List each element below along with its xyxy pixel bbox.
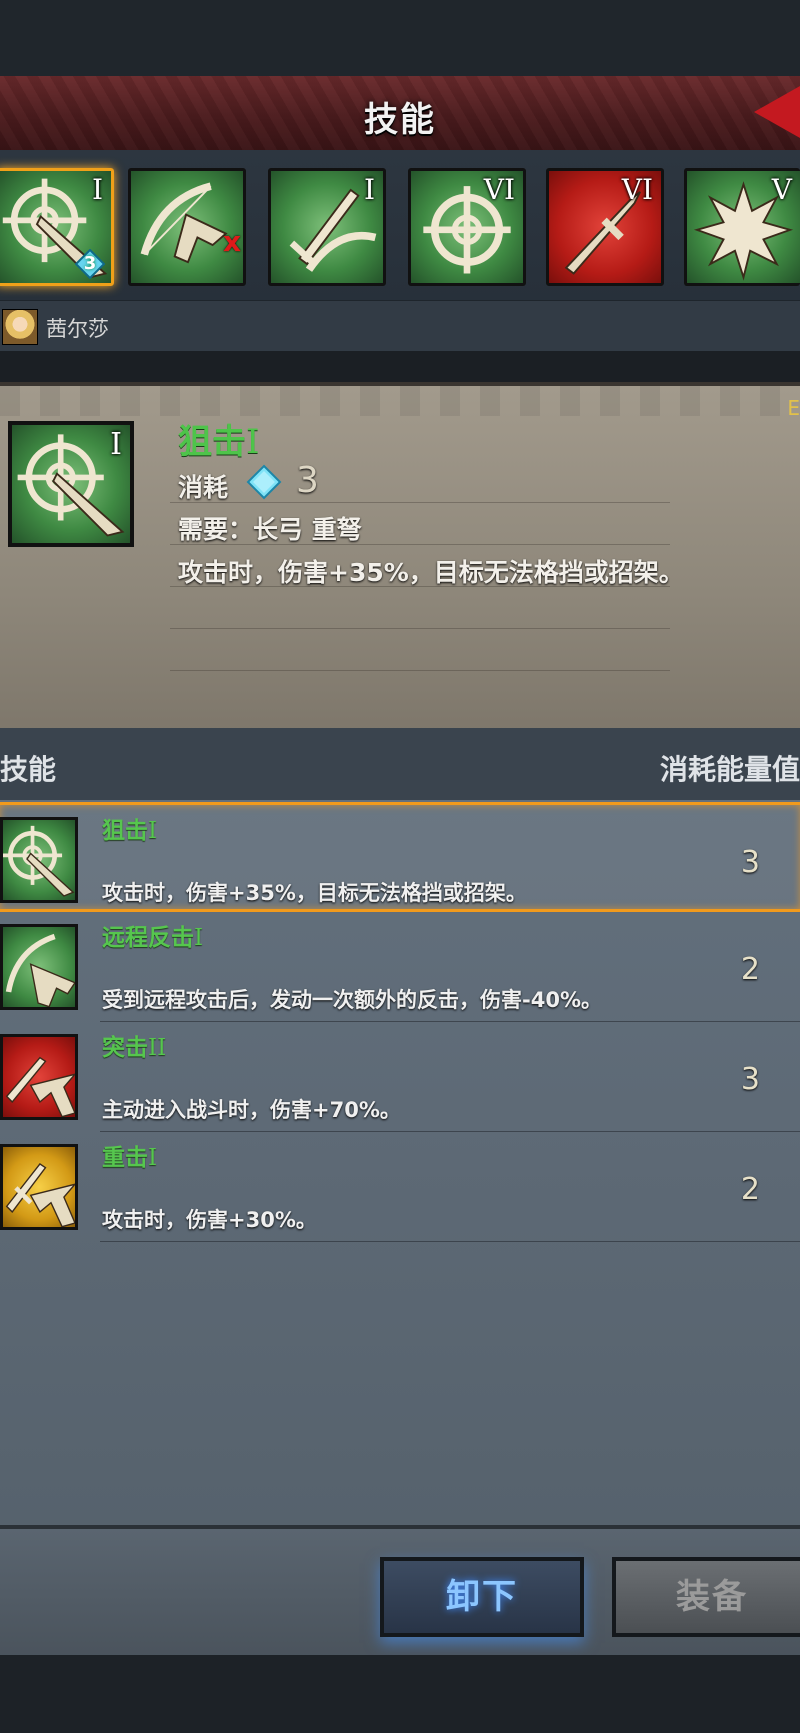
counter-shot-icon — [5, 933, 75, 1007]
detail-skill-icon: I — [8, 421, 134, 547]
row-skill-desc: 攻击时，伤害+35%，目标无法格挡或招架。 — [102, 881, 527, 905]
page-title: 技能 — [364, 100, 436, 140]
skill-detail-panel: I 狙击I 消耗 3 需要：长弓 重弩 攻击时，伤害+35%，目标无法格挡或招架… — [0, 382, 800, 736]
energy-gem-icon — [246, 464, 282, 500]
skill-slot-level: I — [363, 173, 375, 206]
action-bar: 卸下 装备 — [0, 1525, 800, 1659]
row-skill-cost: 2 — [740, 1172, 760, 1207]
row-skill-desc: 受到远程攻击后，发动一次额外的反击，伤害-40%。 — [102, 988, 602, 1012]
skill-slot-1[interactable]: I 3 — [0, 168, 114, 286]
skill-slot-6[interactable]: V — [684, 168, 800, 286]
row-skill-name: 狙击I — [102, 818, 158, 844]
row-skill-cost: 3 — [740, 1062, 760, 1097]
row-skill-name: 远程反击I — [102, 925, 204, 951]
detail-level: I — [110, 427, 122, 462]
panel-decoration — [0, 386, 800, 416]
equipped-skill-strip: I 3 x I VI VI V — [0, 150, 800, 300]
list-header-skill: 技能 — [0, 753, 57, 786]
skill-slot-5[interactable]: VI — [546, 168, 664, 286]
row-skill-icon — [0, 817, 78, 903]
skill-slot-level: VI — [483, 173, 515, 206]
row-skill-name: 重击I — [102, 1145, 158, 1171]
row-skill-cost: 3 — [740, 845, 760, 880]
skill-slot-level: I — [91, 173, 103, 206]
skill-row-heavy-strike[interactable]: 重击I 攻击时，伤害+30%。 2 — [0, 1132, 800, 1242]
row-divider — [100, 1241, 800, 1242]
detail-skill-name: 狙击I — [178, 422, 260, 462]
cost-label: 消耗 — [178, 473, 229, 502]
row-skill-desc: 攻击时，伤害+30%。 — [102, 1208, 317, 1232]
skill-row-charge[interactable]: 突击II 主动进入战斗时，伤害+70%。 3 — [0, 1022, 800, 1132]
equip-button[interactable]: 装备 — [612, 1557, 800, 1637]
heavy-strike-icon — [5, 1162, 75, 1227]
character-name: 茜尔莎 — [46, 317, 109, 341]
skill-slot-level: VI — [621, 173, 653, 206]
skill-list-header: 技能 消耗能量值 — [0, 728, 800, 800]
skill-list: 狙击I 攻击时，伤害+35%，目标无法格挡或招架。 3 远程反击I 受到远程攻击… — [0, 800, 800, 1525]
avatar[interactable] — [2, 309, 38, 345]
skill-slot-3[interactable]: I — [268, 168, 386, 286]
charge-icon — [5, 1056, 75, 1117]
row-skill-cost: 2 — [740, 952, 760, 987]
skill-slot-4[interactable]: VI — [408, 168, 526, 286]
status-area — [0, 0, 800, 76]
bottom-bar — [0, 1655, 800, 1733]
gem-badge-count: 3 — [83, 253, 97, 274]
disabled-x-icon: x — [223, 225, 242, 258]
sniper-target-icon — [3, 825, 75, 897]
list-header-cost: 消耗能量值 — [659, 753, 800, 786]
character-row: 茜尔莎 — [0, 300, 800, 351]
title-bar: 技能 — [0, 76, 800, 153]
skill-row-counter-shot[interactable]: 远程反击I 受到远程攻击后，发动一次额外的反击，伤害-40%。 2 — [0, 912, 800, 1022]
skill-row-sniper[interactable]: 狙击I 攻击时，伤害+35%，目标无法格挡或招架。 3 — [0, 802, 800, 912]
edge-marker: E — [787, 396, 800, 420]
skill-slot-2[interactable]: x — [128, 168, 246, 286]
back-arrow-icon[interactable] — [754, 86, 800, 138]
gem-badge-icon: 3 — [75, 249, 105, 279]
row-skill-name: 突击II — [102, 1035, 167, 1061]
row-skill-desc: 主动进入战斗时，伤害+70%。 — [102, 1098, 401, 1122]
skill-slot-level: V — [771, 173, 792, 206]
cost-value: 3 — [296, 460, 319, 501]
row-skill-icon — [0, 924, 78, 1010]
row-skill-icon — [0, 1034, 78, 1120]
unequip-button[interactable]: 卸下 — [380, 1557, 584, 1637]
row-skill-icon — [0, 1144, 78, 1230]
requirement-text: 需要：长弓 重弩 — [178, 515, 362, 544]
detail-description: 攻击时，伤害+35%，目标无法格挡或招架。 — [178, 558, 684, 587]
